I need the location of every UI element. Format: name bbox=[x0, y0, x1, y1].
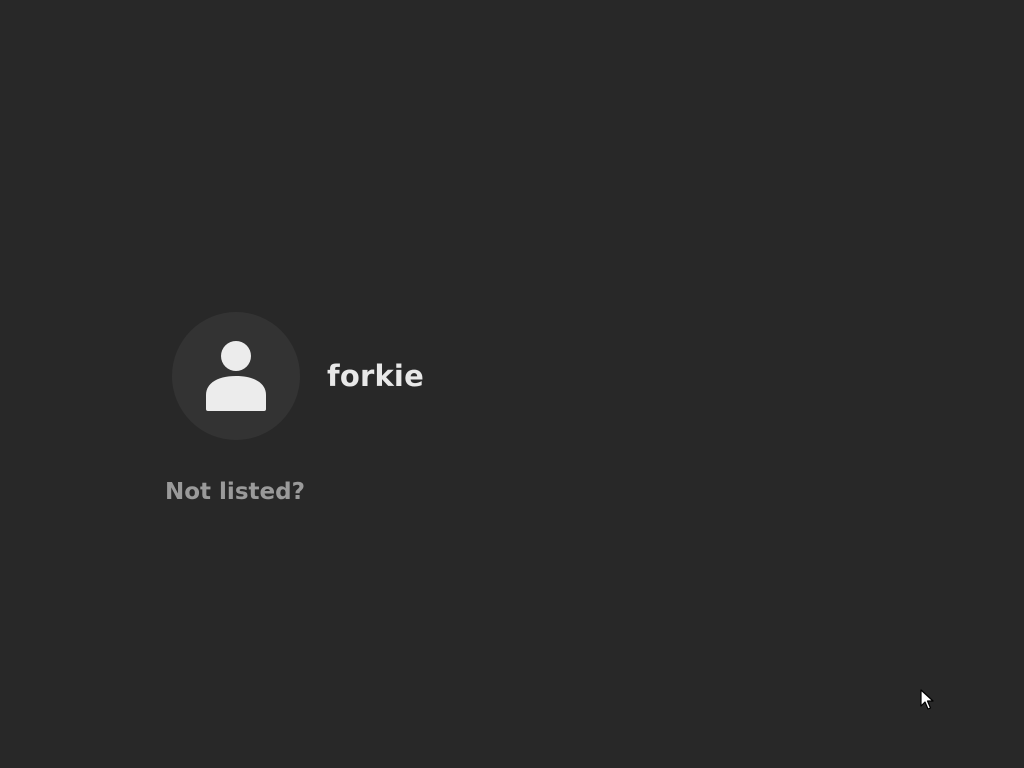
login-screen: forkie Not listed? bbox=[0, 0, 1024, 768]
username-label: forkie bbox=[327, 359, 424, 393]
person-icon bbox=[206, 341, 266, 411]
not-listed-button[interactable]: Not listed? bbox=[165, 479, 305, 505]
user-list-item-forkie[interactable]: forkie bbox=[172, 312, 424, 440]
mouse-pointer-icon bbox=[920, 689, 934, 710]
user-avatar bbox=[172, 312, 300, 440]
